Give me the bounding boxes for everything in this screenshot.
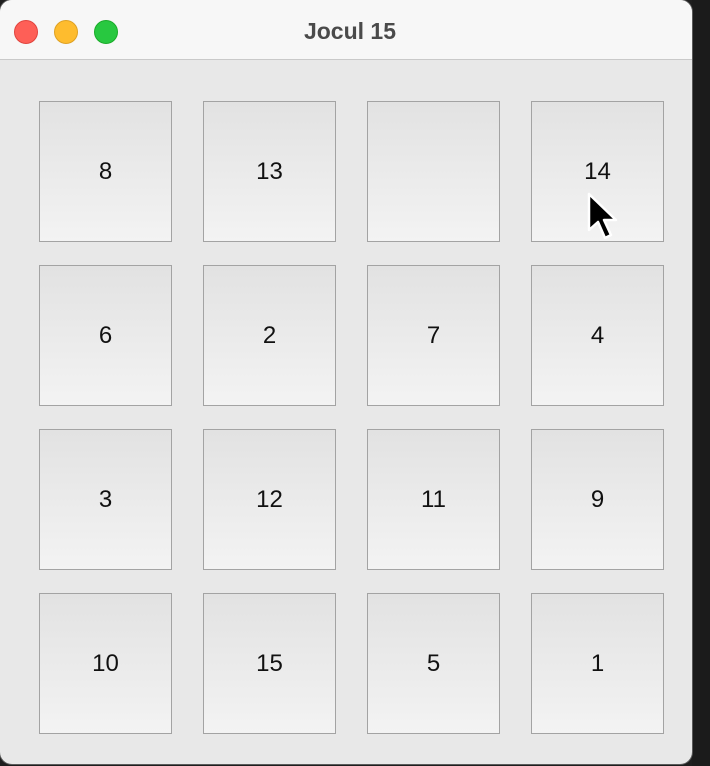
tile-button[interactable]: 15 — [203, 593, 336, 734]
tile-button[interactable]: 10 — [39, 593, 172, 734]
tile-button[interactable]: 1 — [531, 593, 664, 734]
tile-button[interactable]: 13 — [203, 101, 336, 242]
desktop-background — [692, 0, 710, 766]
app-window: Jocul 15 8 13 14 6 2 7 4 3 12 11 9 10 15… — [0, 0, 692, 764]
window-title: Jocul 15 — [303, 18, 397, 44]
tile-button[interactable]: 5 — [367, 593, 500, 734]
tile-button[interactable]: 2 — [203, 265, 336, 406]
tile-button[interactable]: 14 — [531, 101, 664, 242]
puzzle-board: 8 13 14 6 2 7 4 3 12 11 9 10 15 5 1 — [0, 60, 692, 764]
tile-button[interactable]: 12 — [203, 429, 336, 570]
tile-button[interactable]: 7 — [367, 265, 500, 406]
title-bar[interactable]: Jocul 15 — [0, 0, 692, 60]
empty-tile-button[interactable] — [367, 101, 500, 242]
tile-button[interactable]: 4 — [531, 265, 664, 406]
tile-button[interactable]: 11 — [367, 429, 500, 570]
tile-button[interactable]: 6 — [39, 265, 172, 406]
tile-button[interactable]: 8 — [39, 101, 172, 242]
tile-button[interactable]: 3 — [39, 429, 172, 570]
tile-button[interactable]: 9 — [531, 429, 664, 570]
